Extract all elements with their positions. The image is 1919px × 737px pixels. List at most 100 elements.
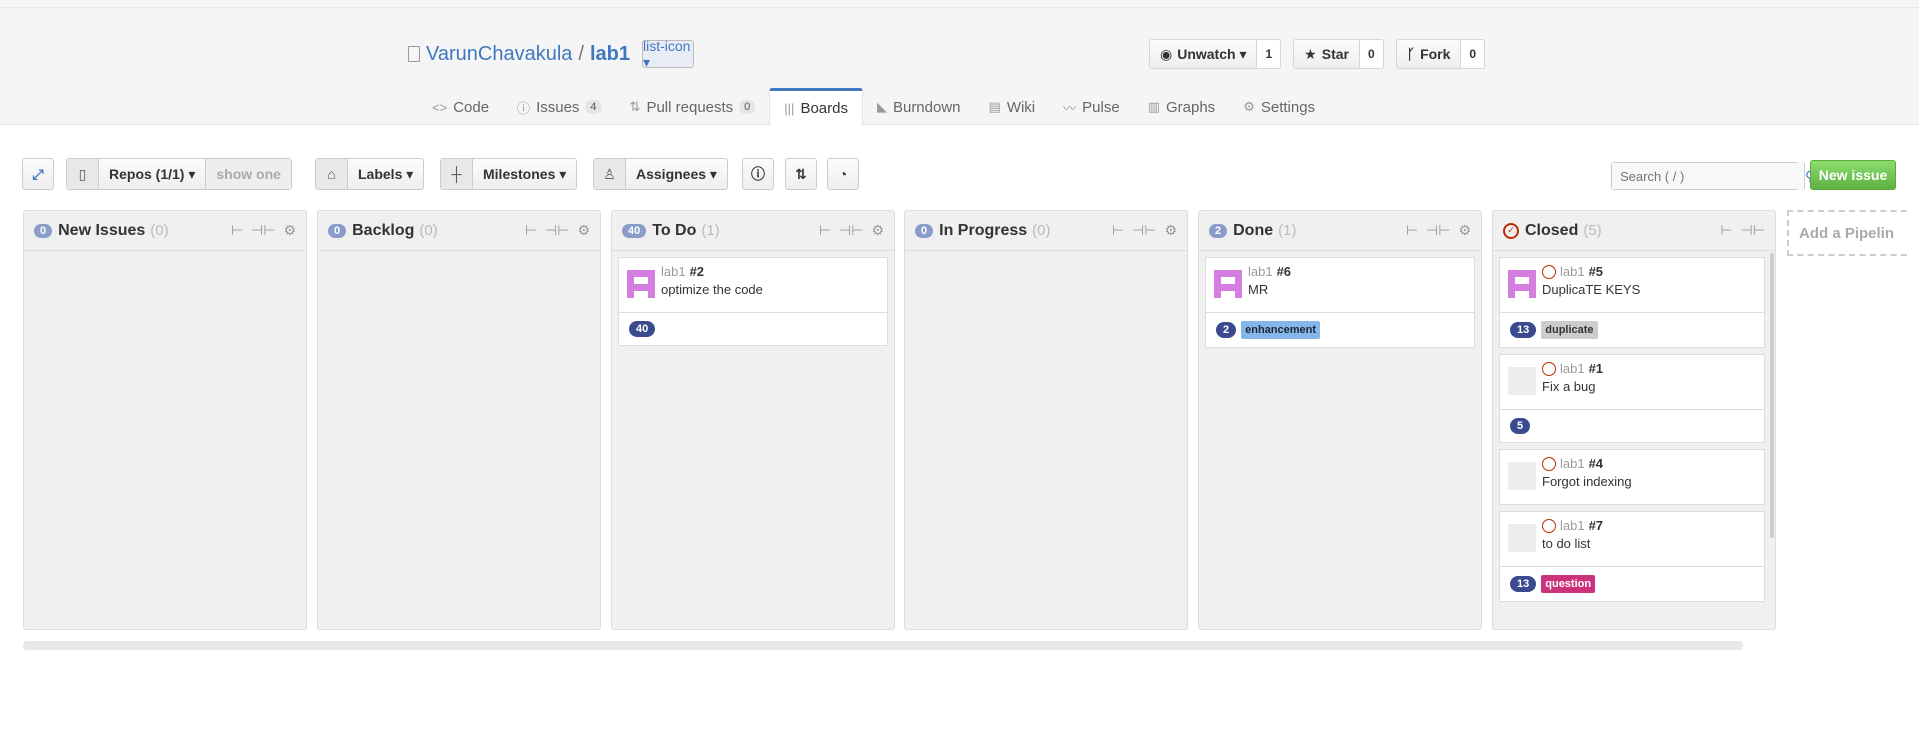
tab-label: Code [453, 98, 490, 116]
card-number[interactable]: #7 [1589, 518, 1603, 533]
pipeline-header: ✓ Closed (5) ⊢ ⊣⊢ [1493, 211, 1775, 251]
unwatch-button[interactable]: ◉ Unwatch ▾ [1149, 39, 1258, 69]
tab-burndown[interactable]: ◣ Burndown [863, 88, 975, 126]
gear-icon: ⚙ [1243, 99, 1255, 114]
star-button[interactable]: ★ Star [1293, 39, 1360, 69]
pull-requests-filter-button[interactable]: ⇅ [785, 158, 817, 190]
graph-icon: ▥ [1147, 99, 1160, 114]
move-left-icon[interactable]: ⊢ [231, 222, 243, 239]
collapse-icon[interactable]: ⊣⊢ [1132, 222, 1156, 239]
book-icon: ▤ [988, 99, 1001, 114]
repo-icon [408, 46, 420, 62]
card-number[interactable]: #2 [690, 264, 704, 279]
card-number[interactable]: #6 [1277, 264, 1291, 279]
fork-count[interactable]: 0 [1461, 39, 1486, 69]
move-left-icon[interactable]: ⊢ [1720, 222, 1732, 239]
issue-card[interactable]: lab1 #1 Fix a bug 5 [1499, 354, 1765, 443]
gear-icon[interactable]: ⚙ [283, 222, 296, 239]
search-box: ⚲ [1611, 162, 1816, 190]
eye-icon: ◉ [1160, 45, 1173, 62]
issue-card[interactable]: lab1 #7 to do list 13 question [1499, 511, 1765, 602]
milestone-icon: ┼ [441, 159, 473, 189]
repo-list-button[interactable]: list-icon ▾ [641, 38, 694, 70]
tab-graphs[interactable]: ▥ Graphs [1134, 88, 1230, 126]
repos-dropdown[interactable]: Repos (1/1) ▾ [99, 166, 205, 183]
card-title[interactable]: MR [1248, 282, 1291, 297]
issues-filter-button[interactable]: ⓘ [742, 158, 774, 190]
repo-owner-link[interactable]: VarunChavakula [426, 43, 572, 65]
pipeline-issue-count: (0) [150, 222, 169, 239]
star-label: Star [1321, 46, 1349, 62]
closed-filter-button[interactable]: ◔ [827, 158, 859, 190]
label-enhancement[interactable]: enhancement [1241, 321, 1321, 339]
gear-icon[interactable]: ⚙ [1458, 222, 1471, 239]
add-pipeline-button[interactable]: Add a Pipelin [1787, 210, 1907, 256]
tab-pull-requests[interactable]: ⇅ Pull requests 0 [616, 88, 770, 126]
gear-icon[interactable]: ⚙ [1164, 222, 1177, 239]
tab-settings[interactable]: ⚙ Settings [1229, 88, 1329, 126]
collapse-icon[interactable]: ⊣⊢ [1426, 222, 1450, 239]
search-input[interactable] [1612, 163, 1804, 189]
tab-pulse[interactable]: 〰 Pulse [1049, 88, 1134, 126]
pipeline-name: In Progress [939, 221, 1028, 239]
tab-wiki[interactable]: ▤ Wiki [975, 88, 1050, 126]
estimate-badge: 13 [1510, 322, 1537, 338]
issue-card[interactable]: lab1 #6 MR 2 enhancement [1205, 257, 1475, 348]
card-title[interactable]: to do list [1542, 536, 1603, 551]
pipeline-name: To Do [652, 221, 697, 239]
tab-code[interactable]: <> Code [418, 88, 503, 126]
label-duplicate[interactable]: duplicate [1541, 321, 1598, 339]
pipeline-header: 0 In Progress (0) ⊢ ⊣⊢ ⚙ [905, 211, 1187, 251]
label-question[interactable]: question [1541, 575, 1596, 593]
move-left-icon[interactable]: ⊢ [1112, 222, 1124, 239]
tab-label: Boards [800, 100, 848, 117]
gear-icon[interactable]: ⚙ [871, 222, 884, 239]
pipeline-issue-count: (0) [1032, 222, 1051, 239]
milestones-filter[interactable]: ┼ Milestones ▾ [440, 158, 578, 190]
fork-button[interactable]: ᚴ Fork [1395, 39, 1462, 69]
pipeline-backlog: 0 Backlog (0) ⊢ ⊣⊢ ⚙ [317, 210, 601, 630]
pipeline-name: New Issues [58, 221, 146, 239]
gear-icon[interactable]: ⚙ [577, 222, 590, 239]
issue-icon: ⓘ [751, 166, 765, 182]
card-title[interactable]: Fix a bug [1542, 379, 1603, 394]
assignees-filter[interactable]: ♙ Assignees ▾ [593, 158, 728, 190]
closed-issue-icon [1542, 264, 1556, 279]
card-number[interactable]: #4 [1589, 456, 1603, 471]
pipeline-scrollbar[interactable] [1770, 253, 1774, 538]
collapse-icon[interactable]: ⊣⊢ [839, 222, 863, 239]
board-horizontal-scrollbar[interactable] [23, 641, 1743, 650]
expand-button[interactable]: ⤢ [22, 158, 54, 190]
tab-label: Graphs [1165, 98, 1216, 116]
tab-issues[interactable]: ⓘ Issues 4 [503, 88, 616, 126]
labels-filter[interactable]: ⌂ Labels ▾ [315, 158, 425, 190]
collapse-icon[interactable]: ⊣⊢ [251, 222, 275, 239]
card-title[interactable]: DuplicaTE KEYS [1542, 282, 1640, 297]
pipeline-header: 0 New Issues (0) ⊢ ⊣⊢ ⚙ [24, 211, 306, 251]
issue-card[interactable]: lab1 #4 Forgot indexing [1499, 449, 1765, 505]
avatar [627, 270, 655, 298]
issue-card[interactable]: lab1 #5 DuplicaTE KEYS 13 duplicate [1499, 257, 1765, 348]
card-number[interactable]: #1 [1589, 361, 1603, 376]
collapse-icon[interactable]: ⊣⊢ [545, 222, 569, 239]
move-left-icon[interactable]: ⊢ [819, 222, 831, 239]
show-one-button[interactable]: show one [205, 159, 291, 189]
watch-count[interactable]: 1 [1257, 39, 1282, 69]
tab-boards[interactable]: ||| Boards [769, 88, 863, 126]
pulse-icon: 〰 [1063, 100, 1077, 116]
move-left-icon[interactable]: ⊢ [525, 222, 537, 239]
collapse-icon[interactable]: ⊣⊢ [1741, 222, 1765, 239]
issue-card[interactable]: lab1 #2 optimize the code 40 [618, 257, 888, 346]
card-title[interactable]: optimize the code [661, 282, 763, 297]
estimate-badge: 13 [1510, 576, 1537, 592]
fork-label: Fork [1420, 46, 1451, 62]
card-repo: lab1 [1560, 264, 1585, 279]
pipeline-issue-count: (0) [419, 222, 438, 239]
move-left-icon[interactable]: ⊢ [1406, 222, 1418, 239]
repo-name-link[interactable]: lab1 [590, 43, 630, 65]
closed-issue-icon [1542, 456, 1556, 471]
card-title[interactable]: Forgot indexing [1542, 474, 1632, 489]
star-count[interactable]: 0 [1359, 39, 1384, 69]
new-issue-button[interactable]: New issue [1810, 160, 1896, 190]
card-number[interactable]: #5 [1589, 264, 1603, 279]
